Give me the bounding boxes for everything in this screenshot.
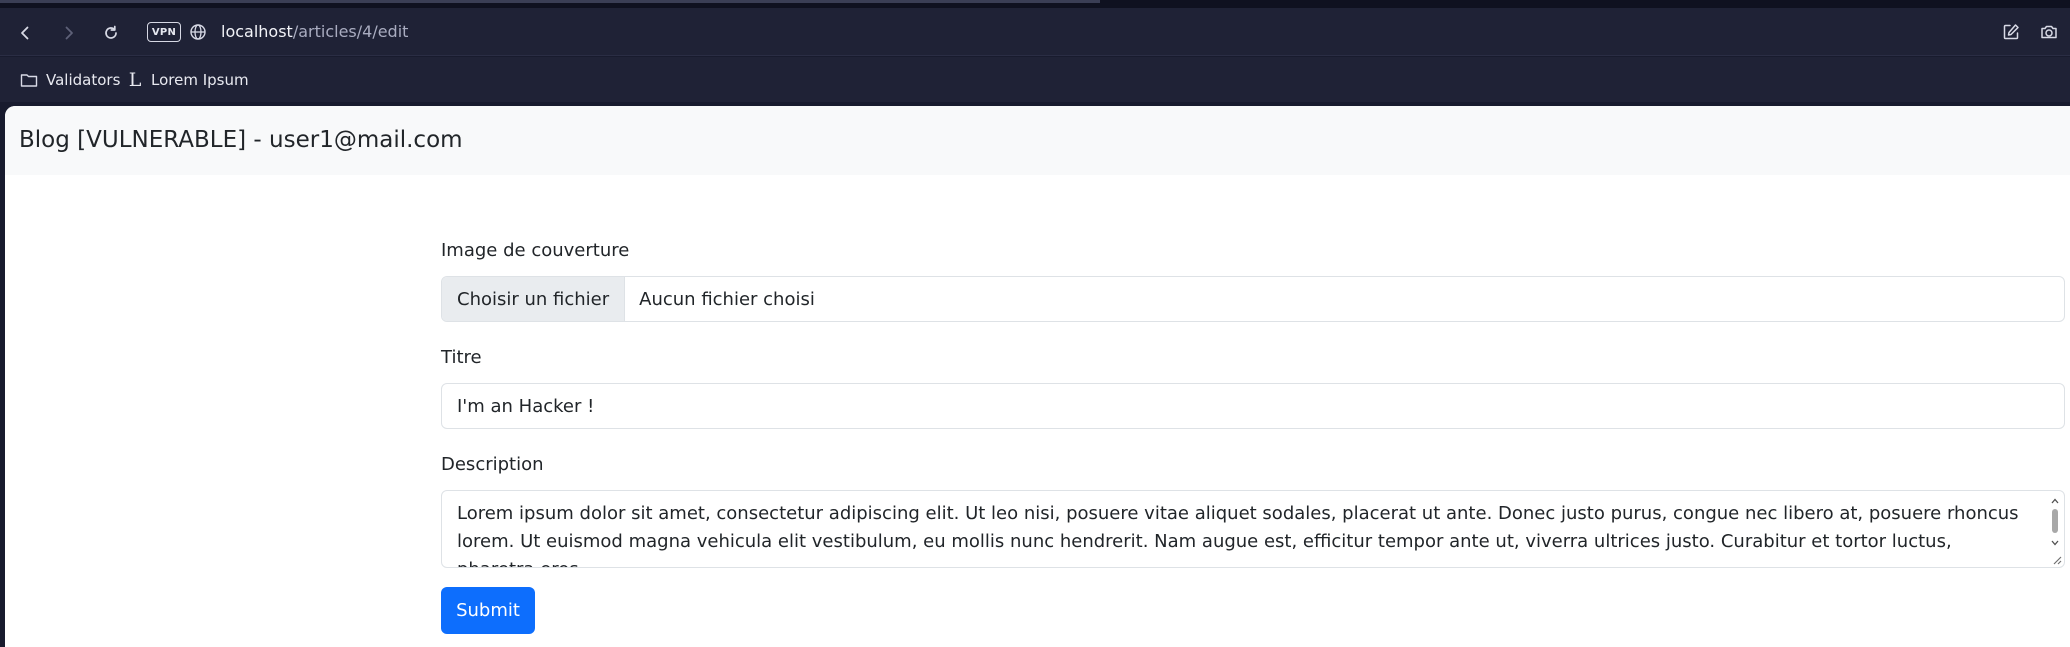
forward-button[interactable] (56, 20, 82, 46)
scroll-down-icon[interactable] (2050, 539, 2060, 547)
description-textarea-value: Lorem ipsum dolor sit amet, consectetur … (457, 503, 2019, 567)
bookmark-label: Validators (46, 71, 121, 89)
title-label: Titre (441, 347, 482, 368)
folder-icon (20, 74, 38, 87)
globe-icon[interactable] (189, 23, 207, 41)
choose-file-button[interactable]: Choisir un fichier (442, 277, 626, 321)
bookmarks-bar: Validators L Lorem Ipsum (0, 57, 2070, 102)
cover-image-file-input[interactable]: Choisir un fichier Aucun fichier choisi (441, 276, 2065, 322)
title-input-value: I'm an Hacker ! (457, 395, 595, 417)
vpn-badge[interactable]: VPN (147, 22, 181, 42)
active-tab[interactable] (0, 0, 1100, 3)
url-path: /articles/4/edit (292, 22, 409, 41)
back-button[interactable] (12, 20, 38, 46)
submit-button[interactable]: Submit (441, 587, 535, 634)
page-viewport: Blog [VULNERABLE] - user1@mail.com Image… (5, 106, 2070, 647)
reload-icon (105, 25, 117, 39)
address-bar: VPN localhost/articles/4/edit (0, 8, 2070, 56)
scroll-thumb[interactable] (2052, 509, 2058, 533)
reload-button[interactable] (98, 20, 124, 46)
back-icon (21, 26, 29, 40)
resize-grip-icon[interactable] (2050, 553, 2062, 565)
lorem-ipsum-icon: L (128, 69, 142, 91)
edit-icon[interactable] (2001, 22, 2021, 42)
description-textarea[interactable]: Lorem ipsum dolor sit amet, consectetur … (441, 490, 2065, 568)
description-label: Description (441, 454, 544, 475)
navbar-brand[interactable]: Blog [VULNERABLE] - user1@mail.com (19, 125, 463, 155)
url-field[interactable]: localhost/articles/4/edit (221, 21, 408, 43)
bookmark-validators[interactable]: Validators (20, 69, 120, 91)
forward-icon (65, 26, 73, 40)
url-host: localhost (221, 22, 293, 41)
title-input[interactable]: I'm an Hacker ! (441, 383, 2065, 429)
scroll-up-icon[interactable] (2050, 497, 2060, 505)
bookmark-lorem-ipsum[interactable]: L Lorem Ipsum (127, 69, 249, 91)
cover-image-label: Image de couverture (441, 240, 630, 261)
tab-strip (0, 0, 2070, 8)
file-status: Aucun fichier choisi (639, 288, 815, 310)
bookmark-label: Lorem Ipsum (151, 71, 249, 89)
camera-icon[interactable] (2039, 22, 2059, 42)
navbar: Blog [VULNERABLE] - user1@mail.com (5, 106, 2070, 175)
